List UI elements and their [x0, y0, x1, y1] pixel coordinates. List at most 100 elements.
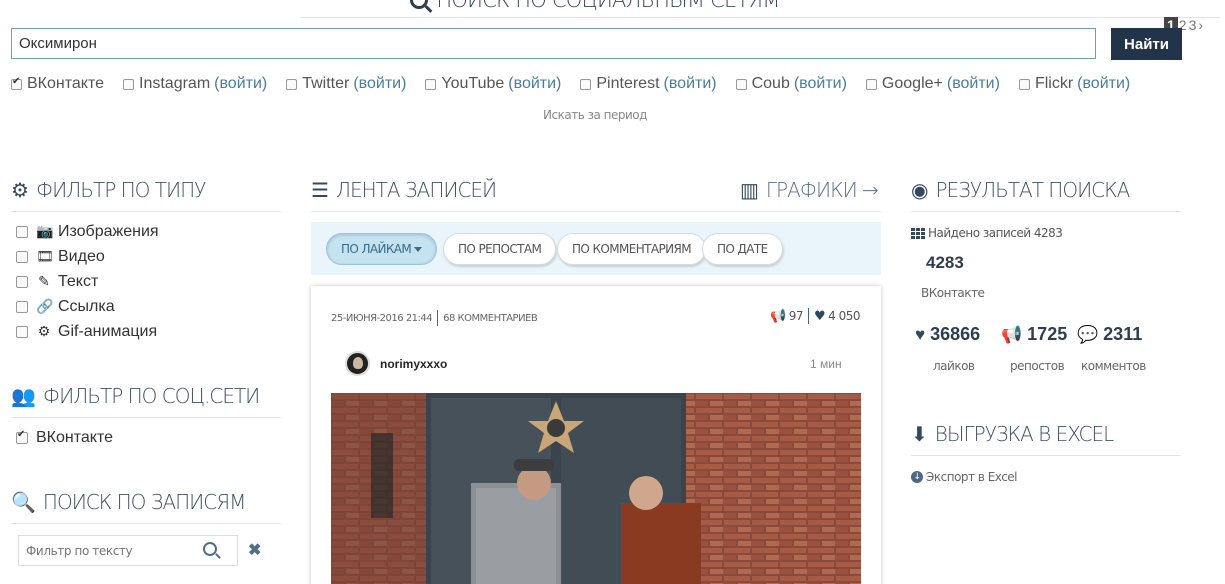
sort-by-date-button[interactable]: ПО ДАТЕ — [702, 233, 783, 265]
camera-icon: 📷 — [36, 223, 54, 239]
text-filter-input[interactable] — [19, 536, 199, 565]
network-instagram[interactable]: Instagram (войти) — [123, 75, 267, 93]
checkbox-coub[interactable] — [735, 78, 747, 90]
post-image[interactable] — [331, 393, 861, 584]
login-link[interactable]: (войти) — [1077, 75, 1130, 93]
gear-icon: ⚙ — [37, 323, 51, 339]
checkbox[interactable] — [16, 225, 28, 238]
checkbox[interactable] — [16, 275, 28, 288]
network-vk[interactable]: ВКонтакте — [11, 75, 104, 93]
find-button[interactable]: Найти — [1111, 28, 1182, 60]
checkbox-vk[interactable] — [11, 76, 22, 90]
checkbox-googleplus[interactable] — [865, 78, 877, 90]
social-filter-heading: 👥 ФИЛЬТР ПО СОЦ.СЕТИ — [11, 384, 260, 408]
users-icon: 👥 — [11, 384, 36, 408]
network-googleplus[interactable]: Google+ (войти) — [865, 75, 1000, 93]
filter-gif[interactable]: ⚙ Gif-анимация — [16, 319, 159, 344]
link-icon: 🔗 — [36, 298, 54, 314]
login-link[interactable]: (войти) — [664, 75, 717, 93]
post-comments-link[interactable]: 68 КОММЕНТАРИЕВ — [443, 313, 538, 324]
download-circle-icon: ↓ — [911, 471, 923, 483]
checkbox[interactable] — [16, 325, 28, 338]
divider — [300, 17, 1220, 18]
search-icon — [410, 0, 429, 9]
login-link[interactable]: (войти) — [947, 75, 1000, 93]
charts-link[interactable]: ▥ ГРАФИКИ → — [740, 178, 879, 202]
clear-icon[interactable]: ✖ — [248, 540, 261, 560]
network-youtube[interactable]: YouTube (войти) — [425, 75, 561, 93]
type-filter-list: 📷 Изображения 🎞 Видео ✎ Текст 🔗 Ссылка ⚙ Gif-… — [16, 219, 159, 344]
avatar[interactable] — [345, 351, 370, 376]
export-excel-link[interactable]: ↓ Экспорт в Excel — [911, 470, 1018, 484]
checkbox[interactable] — [16, 250, 28, 263]
divider — [11, 211, 281, 212]
checkbox-flickr[interactable] — [1018, 78, 1030, 90]
checkbox-twitter[interactable] — [286, 78, 298, 90]
comments-total: 💬 2311 — [1077, 324, 1143, 344]
checkbox-youtube[interactable] — [425, 78, 437, 90]
network-pinterest[interactable]: Pinterest (войти) — [580, 75, 717, 93]
rss-icon: ◉ — [911, 178, 928, 202]
page-next[interactable]: › — [1197, 17, 1204, 33]
excel-heading: ⬇ ВЫГРУЗКА В EXCEL — [911, 422, 1114, 446]
login-link[interactable]: (войти) — [508, 75, 561, 93]
checkbox-pinterest[interactable] — [580, 78, 592, 90]
network-flickr[interactable]: Flickr (войти) — [1018, 75, 1130, 93]
sort-bar: ПО ЛАЙКАМ ПО РЕПОСТАМ ПО КОММЕНТАРИЯМ ПО… — [311, 222, 881, 275]
gears-icon: ⚙ — [11, 178, 29, 202]
post-author[interactable]: norimyxxxo — [380, 357, 447, 371]
sort-by-reposts-button[interactable]: ПО РЕПОСТАМ — [443, 233, 557, 265]
divider — [11, 417, 281, 418]
page-3[interactable]: 3 — [1188, 17, 1198, 33]
results-heading: ◉ РЕЗУЛЬТАТ ПОИСКА — [911, 178, 1130, 202]
search-input[interactable] — [11, 28, 1096, 59]
search-icon[interactable] — [203, 542, 217, 556]
filter-link[interactable]: 🔗 Ссылка — [16, 294, 159, 319]
feed-heading: ☰ ЛЕНТА ЗАПИСЕЙ — [311, 178, 497, 202]
divider — [911, 455, 1181, 456]
login-link[interactable]: (войти) — [794, 75, 847, 93]
network-coub[interactable]: Coub (войти) — [735, 75, 847, 93]
divider — [311, 211, 881, 212]
post-time-ago: 1 мин — [810, 357, 842, 371]
network-twitter[interactable]: Twitter (войти) — [286, 75, 406, 93]
grid-icon — [911, 227, 925, 239]
filter-images[interactable]: 📷 Изображения — [16, 219, 159, 244]
heart-icon: ♥ — [813, 308, 826, 324]
results-network: ВКонтакте — [921, 286, 985, 300]
megaphone-icon: 📢 — [770, 308, 786, 324]
network-selector: ВКонтакте Instagram(войти) Twitter(войти… — [11, 75, 1149, 93]
edit-icon: ✎ — [38, 273, 50, 289]
search-icon: 🔍 — [11, 490, 36, 514]
social-filter-list: ВКонтакте — [16, 425, 113, 450]
filter-video[interactable]: 🎞 Видео — [16, 244, 159, 269]
post-search-heading: 🔍 ПОИСК ПО ЗАПИСЯМ — [11, 490, 246, 514]
bar-chart-icon: ▥ — [740, 178, 759, 202]
page-title: ПОИСК ПО СОЦИАЛЬНЫМ СЕТЯМ — [0, 0, 1190, 12]
post-stats: 📢 97 ♥ 4 050 — [770, 308, 860, 324]
filter-text[interactable]: ✎ Текст — [16, 269, 159, 294]
period-link[interactable]: Искать за период — [0, 108, 1190, 122]
login-link[interactable]: (войти) — [214, 75, 267, 93]
post-photo — [331, 393, 861, 584]
checkbox-instagram[interactable] — [123, 78, 134, 90]
megaphone-icon: 📢 — [1001, 324, 1023, 344]
results-count: 4283 — [926, 253, 964, 272]
checkbox[interactable] — [16, 429, 28, 444]
sort-by-likes-button[interactable]: ПО ЛАЙКАМ — [326, 233, 438, 265]
reposts-label: репостов — [1010, 359, 1065, 373]
download-icon: ⬇ — [911, 422, 928, 446]
post-likes: 4 050 — [828, 309, 860, 323]
likes-label: лайков — [933, 359, 975, 373]
divider — [11, 523, 281, 524]
comments-icon: 💬 — [1077, 324, 1099, 344]
filter-social-vk[interactable]: ВКонтакте — [16, 425, 113, 450]
found-count-line: Найдено записей 4283 — [911, 226, 1063, 240]
post-date: 25-ИЮНЯ-2016 21:44 — [331, 312, 433, 324]
sort-by-comments-button[interactable]: ПО КОММЕНТАРИЯМ — [557, 233, 707, 265]
checkbox[interactable] — [16, 300, 28, 313]
caret-down-icon — [414, 246, 423, 252]
comments-label: комментов — [1081, 359, 1146, 373]
likes-total: ♥ 36866 — [915, 324, 981, 344]
login-link[interactable]: (войти) — [353, 75, 406, 93]
